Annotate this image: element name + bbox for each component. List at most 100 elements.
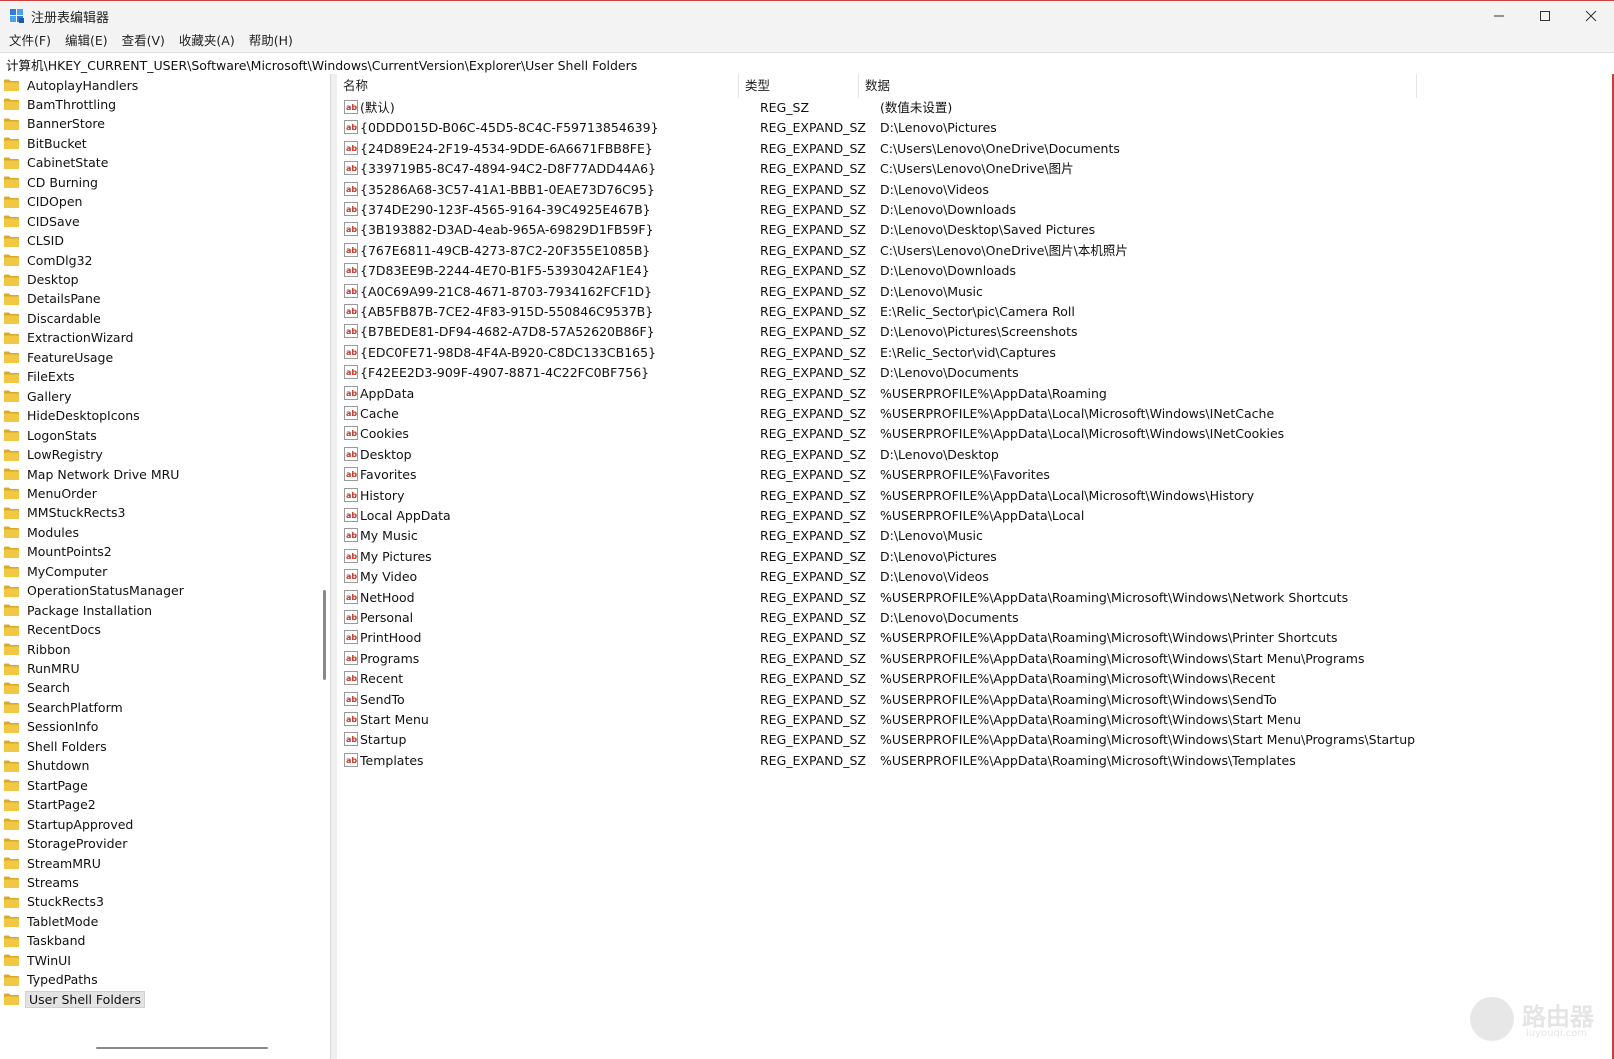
key-tree-pane[interactable]: AutoplayHandlers BamThrottling BannerStore… xyxy=(0,74,330,1059)
value-row[interactable]: ab My Video REG_EXPAND_SZ D:\Lenovo\Videos xyxy=(337,566,1607,587)
tree-item[interactable]: BamThrottling xyxy=(0,94,118,114)
tree-item[interactable]: LowRegistry xyxy=(0,445,105,465)
tree-item[interactable]: TabletMode xyxy=(0,911,100,931)
column-header-type[interactable]: 类型 xyxy=(739,74,859,98)
tree-item[interactable]: Ribbon xyxy=(0,639,73,659)
tree-item[interactable]: OperationStatusManager xyxy=(0,581,186,601)
menu-help[interactable]: 帮助(H) xyxy=(242,30,300,52)
menu-view[interactable]: 查看(V) xyxy=(115,30,172,52)
value-row[interactable]: ab Local AppData REG_EXPAND_SZ %USERPROFILE… xyxy=(337,505,1607,526)
values-pane[interactable]: 名称 类型 数据 ab (默认) REG_SZ (数值未设置) ab {0DDD015D-… xyxy=(337,74,1613,1059)
value-row[interactable]: ab (默认) REG_SZ (数值未设置) xyxy=(337,97,1607,118)
value-row[interactable]: ab {767E6811-49CB-4273-87C2-20F355E1085B}… xyxy=(337,240,1607,261)
tree-item[interactable]: Shell Folders xyxy=(0,736,109,756)
tree-item[interactable]: SearchPlatform xyxy=(0,697,125,717)
minimize-button[interactable] xyxy=(1476,2,1522,30)
tree-item[interactable]: RunMRU xyxy=(0,659,82,679)
value-row[interactable]: ab Favorites REG_EXPAND_SZ %USERPROFILE%\Fa… xyxy=(337,464,1607,485)
tree-item[interactable]: AutoplayHandlers xyxy=(0,75,140,95)
tree-vertical-scrollbar[interactable] xyxy=(323,590,326,680)
tree-item[interactable]: MenuOrder xyxy=(0,483,99,503)
tree-item[interactable]: CD Burning xyxy=(0,172,100,192)
tree-item[interactable]: TWinUI xyxy=(0,950,73,970)
value-row[interactable]: ab History REG_EXPAND_SZ %USERPROFILE%\AppD… xyxy=(337,485,1607,506)
tree-item[interactable]: FeatureUsage xyxy=(0,347,115,367)
tree-item[interactable]: Discardable xyxy=(0,308,103,328)
tree-item[interactable]: MyComputer xyxy=(0,561,109,581)
maximize-button[interactable] xyxy=(1522,2,1568,30)
tree-item[interactable]: CLSID xyxy=(0,231,66,251)
tree-item[interactable]: StartupApproved xyxy=(0,814,135,834)
value-row[interactable]: ab Templates REG_EXPAND_SZ %USERPROFILE%\Ap… xyxy=(337,750,1607,771)
tree-item[interactable]: BannerStore xyxy=(0,114,107,134)
tree-horizontal-scrollbar[interactable] xyxy=(96,1047,268,1049)
tree-item[interactable]: Desktop xyxy=(0,270,81,290)
tree-item[interactable]: BitBucket xyxy=(0,133,89,153)
value-row[interactable]: ab {374DE290-123F-4565-9164-39C4925E467B}… xyxy=(337,199,1607,220)
menu-edit[interactable]: 编辑(E) xyxy=(58,30,115,52)
value-row[interactable]: ab {EDC0FE71-98D8-4F4A-B920-C8DC133CB165}… xyxy=(337,342,1607,363)
value-row[interactable]: ab My Pictures REG_EXPAND_SZ D:\Lenovo\Pict… xyxy=(337,546,1607,567)
value-row[interactable]: ab Personal REG_EXPAND_SZ D:\Lenovo\Documen… xyxy=(337,607,1607,628)
tree-item[interactable]: Package Installation xyxy=(0,600,154,620)
value-row[interactable]: ab Cache REG_EXPAND_SZ %USERPROFILE%\AppDat… xyxy=(337,403,1607,424)
value-row[interactable]: ab Programs REG_EXPAND_SZ %USERPROFILE%\App… xyxy=(337,648,1607,669)
column-header-data[interactable]: 数据 xyxy=(859,74,1417,98)
tree-item[interactable]: Gallery xyxy=(0,386,74,406)
tree-item[interactable]: SessionInfo xyxy=(0,717,100,737)
value-row[interactable]: ab Startup REG_EXPAND_SZ %USERPROFILE%\AppD… xyxy=(337,729,1607,750)
tree-item[interactable]: User Shell Folders xyxy=(0,989,146,1009)
tree-item[interactable]: FileExts xyxy=(0,367,77,387)
value-row[interactable]: ab Recent REG_EXPAND_SZ %USERPROFILE%\AppDa… xyxy=(337,668,1607,689)
menu-favorites[interactable]: 收藏夹(A) xyxy=(172,30,242,52)
tree-item[interactable]: MountPoints2 xyxy=(0,542,114,562)
tree-item[interactable]: Streams xyxy=(0,872,81,892)
value-row[interactable]: ab {B7BEDE81-DF94-4682-A7D8-57A52620B86F}… xyxy=(337,321,1607,342)
value-row[interactable]: ab PrintHood REG_EXPAND_SZ %USERPROFILE%\Ap… xyxy=(337,627,1607,648)
tree-item[interactable]: CIDOpen xyxy=(0,192,84,212)
value-data: D:\Lenovo\Desktop xyxy=(880,446,999,462)
tree-item[interactable]: DetailsPane xyxy=(0,289,103,309)
tree-item[interactable]: ComDlg32 xyxy=(0,250,95,270)
tree-item[interactable]: RecentDocs xyxy=(0,620,103,640)
value-row[interactable]: ab {AB5FB87B-7CE2-4F83-915D-550846C9537B}… xyxy=(337,301,1607,322)
tree-item[interactable]: Shutdown xyxy=(0,756,91,776)
tree-item[interactable]: StuckRects3 xyxy=(0,892,106,912)
value-row[interactable]: ab Desktop REG_EXPAND_SZ D:\Lenovo\Desktop xyxy=(337,444,1607,465)
tree-item[interactable]: CIDSave xyxy=(0,211,82,231)
tree-item[interactable]: StartPage xyxy=(0,775,90,795)
tree-item[interactable]: StartPage2 xyxy=(0,795,98,815)
value-row[interactable]: ab AppData REG_EXPAND_SZ %USERPROFILE%\AppD… xyxy=(337,383,1607,404)
menu-file[interactable]: 文件(F) xyxy=(2,30,58,52)
value-row[interactable]: ab {A0C69A99-21C8-4671-8703-7934162FCF1D}… xyxy=(337,281,1607,302)
close-button[interactable] xyxy=(1568,2,1614,30)
value-row[interactable]: ab {0DDD015D-B06C-45D5-8C4C-F59713854639}… xyxy=(337,117,1607,138)
tree-item[interactable]: StreamMRU xyxy=(0,853,103,873)
tree-item[interactable]: Taskband xyxy=(0,931,87,951)
column-header-name[interactable]: 名称 xyxy=(337,74,739,98)
value-row[interactable]: ab SendTo REG_EXPAND_SZ %USERPROFILE%\AppDa… xyxy=(337,689,1607,710)
value-row[interactable]: ab NetHood REG_EXPAND_SZ %USERPROFILE%\AppD… xyxy=(337,587,1607,608)
value-row[interactable]: ab {7D83EE9B-2244-4E70-B1F5-5393042AF1E4}… xyxy=(337,260,1607,281)
address-bar[interactable]: 计算机\HKEY_CURRENT_USER\Software\Microsoft… xyxy=(0,52,1614,75)
tree-item[interactable]: TypedPaths xyxy=(0,970,100,990)
value-row[interactable]: ab {F42EE2D3-909F-4907-8871-4C22FC0BF756}… xyxy=(337,362,1607,383)
value-row[interactable]: ab {24D89E24-2F19-4534-9DDE-6A6671FBB8FE}… xyxy=(337,138,1607,159)
tree-item[interactable]: Modules xyxy=(0,522,81,542)
value-row[interactable]: ab {3B193882-D3AD-4eab-965A-69829D1FB59F}… xyxy=(337,219,1607,240)
tree-item[interactable]: LogonStats xyxy=(0,425,99,445)
tree-item[interactable]: Map Network Drive MRU xyxy=(0,464,181,484)
title-bar[interactable]: 注册表编辑器 xyxy=(0,1,1614,30)
tree-item[interactable]: StorageProvider xyxy=(0,834,129,854)
value-row[interactable]: ab Cookies REG_EXPAND_SZ %USERPROFILE%\AppD… xyxy=(337,423,1607,444)
value-row[interactable]: ab {35286A68-3C57-41A1-BBB1-0EAE73D76C95}… xyxy=(337,179,1607,200)
address-path[interactable]: 计算机\HKEY_CURRENT_USER\Software\Microsoft… xyxy=(6,55,637,74)
value-row[interactable]: ab Start Menu REG_EXPAND_SZ %USERPROFILE%\A… xyxy=(337,709,1607,730)
tree-item[interactable]: HideDesktopIcons xyxy=(0,406,142,426)
tree-item[interactable]: CabinetState xyxy=(0,153,110,173)
tree-item[interactable]: ExtractionWizard xyxy=(0,328,135,348)
tree-item[interactable]: MMStuckRects3 xyxy=(0,503,128,523)
tree-item[interactable]: Search xyxy=(0,678,72,698)
value-row[interactable]: ab {339719B5-8C47-4894-94C2-D8F77ADD44A6}… xyxy=(337,158,1607,179)
value-row[interactable]: ab My Music REG_EXPAND_SZ D:\Lenovo\Music xyxy=(337,525,1607,546)
